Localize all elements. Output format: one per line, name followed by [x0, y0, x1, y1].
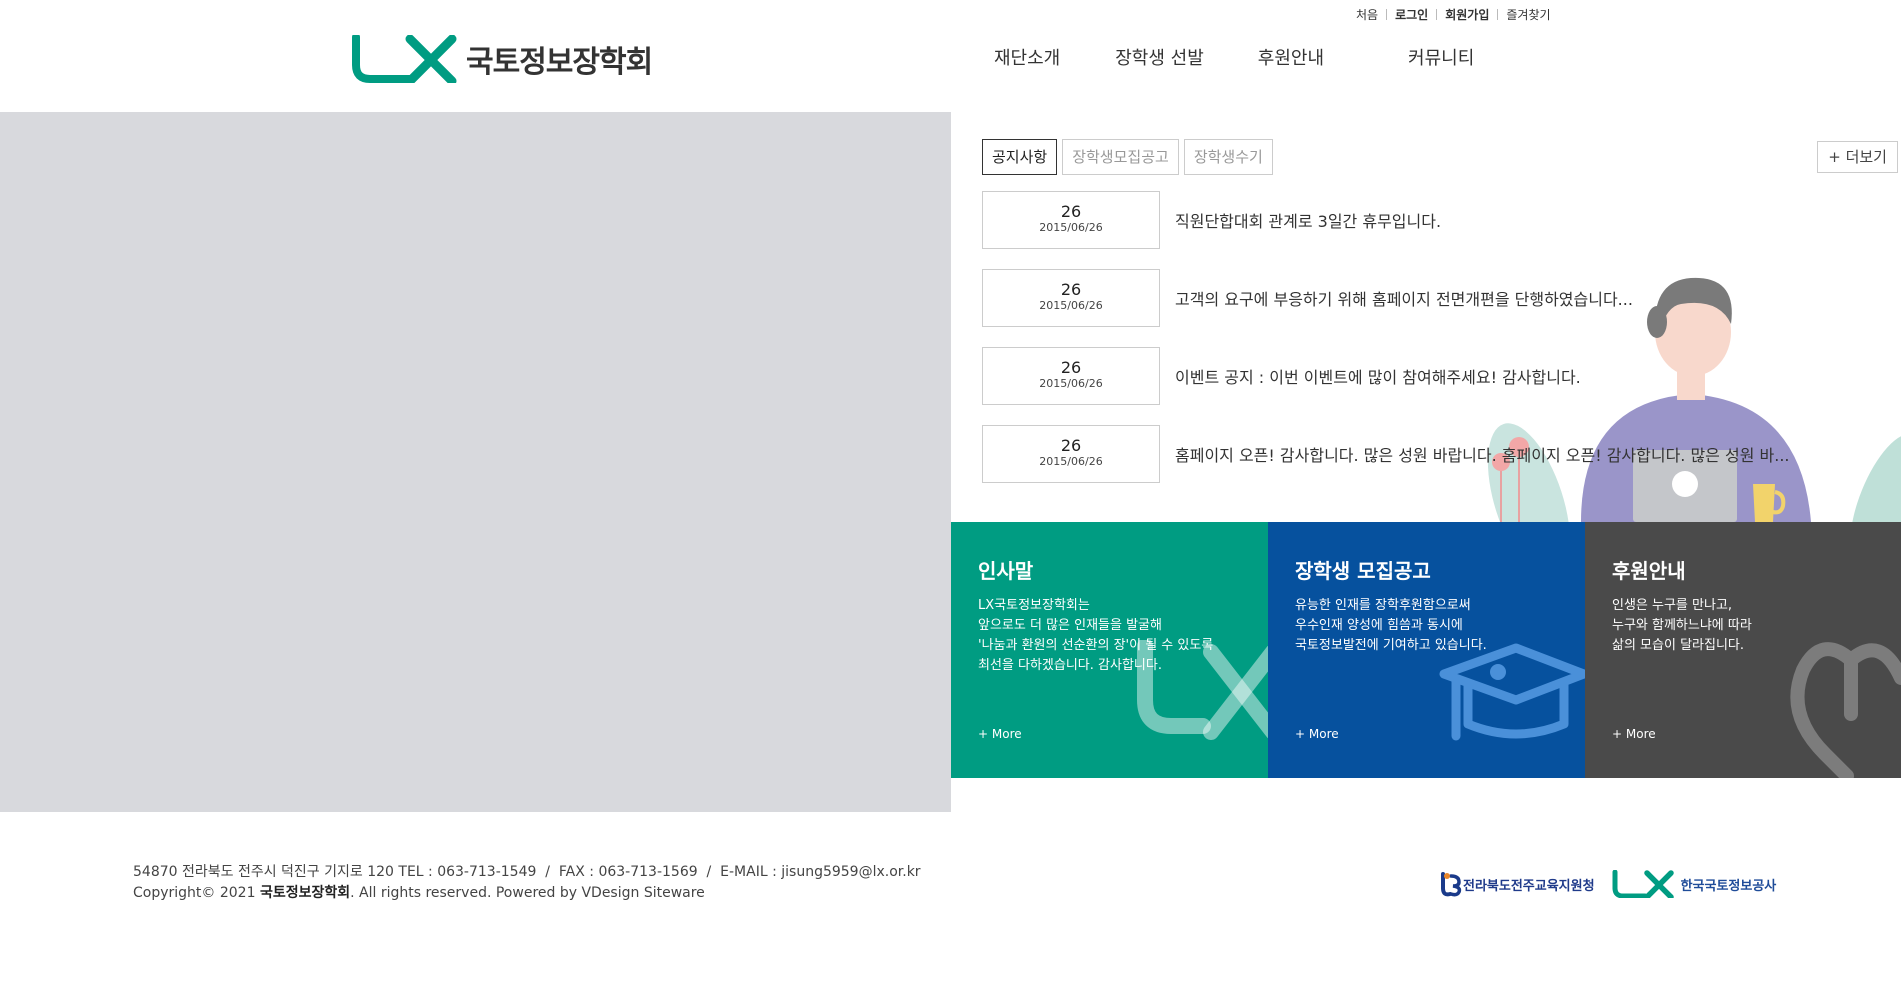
site-title: 국토정보장학회 — [466, 45, 653, 80]
box-title: 장학생 모집공고 — [1295, 559, 1431, 583]
util-link-signup[interactable]: 회원가입 — [1445, 6, 1489, 23]
partner-logos: 전라북도전주교육지원청 한국국토정보공사 — [1437, 870, 1792, 898]
box-more-link[interactable]: + More — [978, 727, 1022, 741]
board-tabs: 공지사항 장학생모집공고 장학생수기 — [982, 139, 1278, 175]
quick-links: 인사말 LX국토정보장학회는 앞으로도 더 많은 인재들을 발굴해 '나눔과 환… — [951, 522, 1901, 778]
copyright-prefix: Copyright© 2021 — [133, 885, 260, 901]
date-box: 26 2015/06/26 — [982, 191, 1160, 249]
date-full: 2015/06/26 — [1039, 455, 1103, 468]
util-link-login[interactable]: 로그인 — [1395, 6, 1428, 23]
list-item[interactable]: 26 2015/06/26 직원단합대회 관계로 3일간 휴무입니다. — [982, 191, 1882, 249]
util-link-home[interactable]: 처음 — [1356, 6, 1378, 23]
lx-logo-icon — [352, 35, 457, 83]
main-visual-slider — [0, 112, 951, 812]
site-logo[interactable]: 국토정보장학회 — [352, 35, 653, 83]
notice-title[interactable]: 고객의 요구에 부응하기 위해 홈페이지 전면개편을 단행하였습니다... — [1175, 286, 1633, 310]
copyright-name: 국토정보장학회 — [259, 885, 351, 901]
tab-recruitment[interactable]: 장학생모집공고 — [1062, 139, 1179, 175]
jeonbuk-education-logo-icon — [1441, 872, 1462, 897]
utility-menu: 처음 로그인 회원가입 즐겨찾기 — [1356, 6, 1551, 23]
date-full: 2015/06/26 — [1039, 377, 1103, 390]
box-description: 유능한 인재를 장학후원함으로써 우수인재 양성에 힘씀과 동시에 국토정보발전… — [1295, 598, 1487, 653]
divider — [1436, 9, 1438, 20]
divider — [1386, 9, 1388, 20]
notice-title[interactable]: 직원단합대회 관계로 3일간 휴무입니다. — [1175, 208, 1441, 232]
lx-corp-logo-icon — [1612, 870, 1674, 898]
date-box: 26 2015/06/26 — [982, 269, 1160, 327]
recruitment-box[interactable]: 장학생 모집공고 유능한 인재를 장학후원함으로써 우수인재 양성에 힘씀과 동… — [1268, 522, 1585, 778]
partner-lx-corp[interactable]: 한국국토정보공사 — [1611, 870, 1777, 898]
box-more-link[interactable]: + More — [1295, 727, 1339, 741]
notice-title[interactable]: 이벤트 공지 : 이번 이벤트에 많이 참여해주세요! 감사합니다. — [1175, 364, 1581, 388]
tab-reviews[interactable]: 장학생수기 — [1183, 139, 1273, 175]
util-link-bookmark[interactable]: 즐겨찾기 — [1506, 6, 1550, 23]
box-more-link[interactable]: + More — [1612, 727, 1656, 741]
box-title: 인사말 — [978, 559, 1034, 583]
date-full: 2015/06/26 — [1039, 299, 1103, 312]
tab-notice[interactable]: 공지사항 — [982, 139, 1058, 175]
nav-item-scholarship[interactable]: 장학생 선발 — [1115, 44, 1204, 70]
divider — [1497, 9, 1499, 20]
box-description: 인생은 누구를 만나고, 누구와 함께하느냐에 따라 삶의 모습이 달라집니다. — [1612, 598, 1752, 653]
date-day: 26 — [1060, 280, 1082, 299]
box-description: LX국토정보장학회는 앞으로도 더 많은 인재들을 발굴해 '나눔과 환원의 선… — [978, 598, 1214, 673]
notice-board: 공지사항 장학생모집공고 장학생수기 + 더보기 26 2015/06/26 직… — [951, 112, 1901, 522]
sponsorship-box[interactable]: 후원안내 인생은 누구를 만나고, 누구와 함께하느냐에 따라 삶의 모습이 달… — [1585, 522, 1901, 778]
graduation-cap-icon — [1439, 643, 1585, 741]
date-day: 26 — [1060, 436, 1082, 455]
footer-info: 54870 전라북도 전주시 덕진구 기지로 120 TEL : 063-713… — [133, 862, 921, 904]
partner-jeonbuk-education[interactable]: 전라북도전주교육지원청 — [1437, 870, 1595, 898]
greeting-box[interactable]: 인사말 LX국토정보장학회는 앞으로도 더 많은 인재들을 발굴해 '나눔과 환… — [951, 522, 1268, 778]
box-title: 후원안내 — [1612, 559, 1686, 583]
board-more-button[interactable]: + 더보기 — [1817, 141, 1898, 173]
nav-item-sponsorship[interactable]: 후원안내 — [1258, 44, 1324, 70]
date-box: 26 2015/06/26 — [982, 347, 1160, 405]
footer-address: 54870 전라북도 전주시 덕진구 기지로 120 TEL : 063-713… — [133, 864, 921, 880]
nav-item-community[interactable]: 커뮤니티 — [1408, 44, 1474, 70]
partner-name: 전라북도전주교육지원청 — [1463, 878, 1595, 894]
date-box: 26 2015/06/26 — [982, 425, 1160, 483]
date-full: 2015/06/26 — [1039, 221, 1103, 234]
notice-title[interactable]: 홈페이지 오픈! 감사합니다. 많은 성원 바랍니다. 홈페이지 오픈! 감사합… — [1175, 442, 1790, 466]
footer-copyright: Copyright© 2021 국토정보장학회. All rights rese… — [133, 883, 921, 904]
main-navigation: 재단소개 장학생 선발 후원안내 커뮤니티 — [994, 44, 1474, 70]
date-day: 26 — [1060, 202, 1082, 221]
copyright-suffix: . All rights reserved. Powered by VDesig… — [350, 885, 705, 901]
nav-item-foundation[interactable]: 재단소개 — [994, 44, 1060, 70]
date-day: 26 — [1060, 358, 1082, 377]
partner-name: 한국국토정보공사 — [1680, 878, 1777, 894]
